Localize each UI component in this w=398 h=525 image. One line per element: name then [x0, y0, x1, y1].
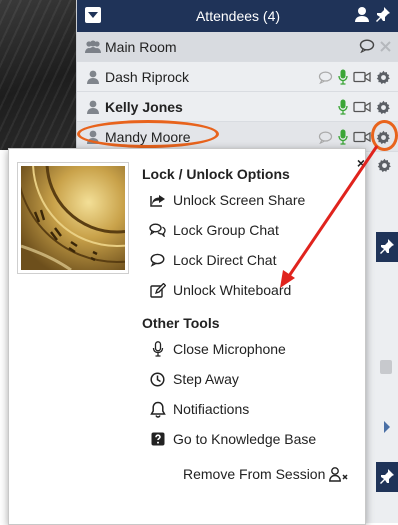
- highlight-circle: [371, 120, 398, 151]
- question-icon: [149, 431, 166, 448]
- other-tools-heading: Other Tools: [142, 315, 220, 331]
- collapsed-panel-header[interactable]: [376, 232, 398, 262]
- clock-icon: [149, 371, 166, 388]
- close-icon[interactable]: ×: [357, 155, 365, 171]
- user-icon: [87, 70, 99, 84]
- edit-icon: [149, 282, 166, 299]
- lock-direct-chat-item[interactable]: Lock Direct Chat: [149, 250, 276, 270]
- menu-item-label: Step Away: [173, 371, 239, 387]
- list-item-main-room[interactable]: Main Room: [77, 32, 398, 62]
- pin-icon[interactable]: [378, 238, 395, 255]
- attendee-name: Dash Riprock: [105, 68, 190, 85]
- chevron-right-icon[interactable]: [382, 420, 392, 434]
- background-texture: [0, 0, 76, 150]
- menu-item-label: Lock Group Chat: [173, 222, 279, 238]
- attendees-header: Attendees (4): [77, 0, 398, 32]
- video-camera-icon[interactable]: [353, 131, 371, 143]
- gear-icon[interactable]: [376, 100, 391, 115]
- user-icon: [87, 100, 99, 114]
- remove-label: Remove From Session: [183, 466, 326, 482]
- microphone-icon[interactable]: [338, 129, 348, 145]
- avatar: [16, 61, 218, 274]
- video-camera-icon[interactable]: [353, 101, 371, 113]
- attendees-title: Attendees (4): [195, 8, 281, 24]
- pin-icon[interactable]: [378, 468, 395, 485]
- gear-icon[interactable]: [377, 158, 392, 173]
- lock-group-chat-item[interactable]: Lock Group Chat: [149, 220, 279, 240]
- menu-item-label: Unlock Whiteboard: [173, 282, 292, 298]
- room-name: Main Room: [105, 38, 177, 55]
- highlight-ellipse: [77, 120, 219, 148]
- list-item-dash-riprock[interactable]: Dash Riprock: [77, 62, 398, 92]
- collapsed-panel-header[interactable]: [376, 462, 398, 492]
- user-icon[interactable]: [354, 6, 370, 23]
- collapse-toggle-icon[interactable]: [85, 7, 101, 23]
- chat-icon: [149, 252, 166, 269]
- step-away-item[interactable]: Step Away: [149, 369, 239, 389]
- remove-from-session-button[interactable]: Remove From Session: [183, 466, 349, 482]
- close-icon[interactable]: [380, 40, 391, 52]
- group-icon: [83, 40, 103, 54]
- knowledge-base-item[interactable]: Go to Knowledge Base: [149, 429, 316, 449]
- menu-item-label: Notifiactions: [173, 401, 250, 417]
- chat-icon[interactable]: [318, 131, 333, 144]
- scrollbar-thumb[interactable]: [380, 360, 392, 374]
- attendee-name: Kelly Jones: [105, 98, 183, 115]
- list-item-kelly-jones[interactable]: Kelly Jones: [77, 92, 398, 122]
- bell-icon: [149, 401, 166, 418]
- remove-user-icon: [329, 466, 348, 482]
- microphone-icon[interactable]: [338, 69, 348, 85]
- unlock-screen-share-item[interactable]: Unlock Screen Share: [149, 190, 305, 210]
- pin-icon[interactable]: [374, 6, 391, 23]
- gear-icon[interactable]: [376, 70, 391, 85]
- menu-item-label: Close Microphone: [173, 341, 286, 357]
- menu-item-label: Unlock Screen Share: [173, 192, 306, 208]
- chat-icon[interactable]: [359, 39, 375, 53]
- video-camera-icon[interactable]: [353, 71, 371, 83]
- unlock-whiteboard-item[interactable]: Unlock Whiteboard: [149, 280, 291, 300]
- chat-icon[interactable]: [318, 71, 333, 84]
- close-microphone-item[interactable]: Close Microphone: [149, 339, 286, 359]
- notifications-item[interactable]: Notifiactions: [149, 399, 249, 419]
- group-chat-icon: [149, 222, 166, 239]
- microphone-icon: [149, 341, 166, 358]
- share-icon: [149, 192, 166, 209]
- microphone-icon[interactable]: [338, 99, 348, 115]
- lock-options-heading: Lock / Unlock Options: [142, 166, 290, 182]
- menu-item-label: Lock Direct Chat: [173, 252, 277, 268]
- attendee-options-popup: × Lock / Unlock Options Unlock Screen Sh…: [8, 61, 366, 525]
- menu-item-label: Go to Knowledge Base: [173, 431, 317, 447]
